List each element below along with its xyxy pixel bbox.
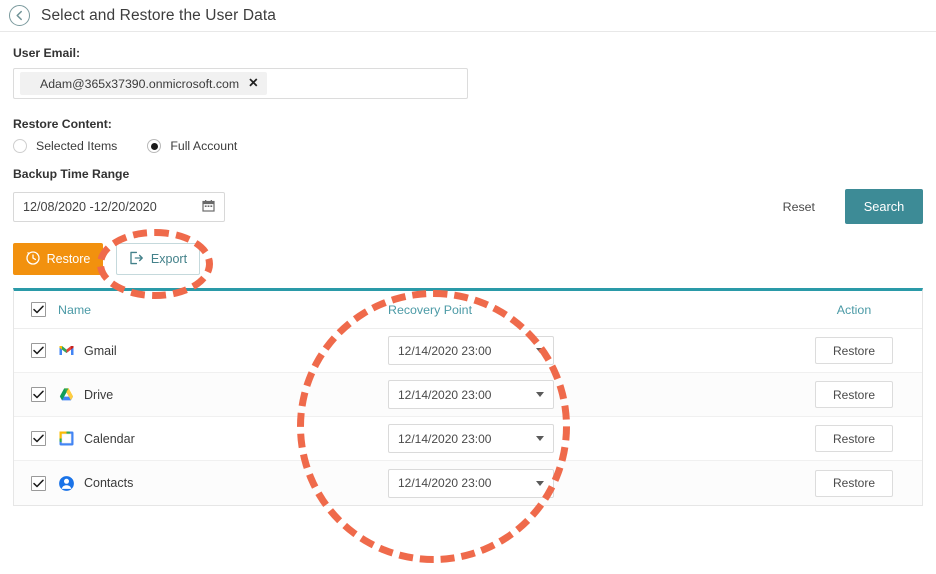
row-name: Gmail: [84, 343, 117, 358]
arrow-left-circle-icon: [14, 10, 25, 21]
range-actions: Reset Search: [773, 189, 936, 224]
radio-full-account[interactable]: Full Account: [147, 139, 237, 153]
column-header-name[interactable]: Name: [58, 303, 91, 317]
radio-selected-items[interactable]: Selected Items: [13, 139, 117, 153]
export-button-label: Export: [150, 252, 188, 266]
recovery-point-select[interactable]: 12/14/2020 23:00: [388, 424, 554, 453]
column-header-recovery-point[interactable]: Recovery Point: [388, 303, 472, 317]
row-name: Contacts: [84, 476, 134, 490]
table-row: Gmail 12/14/2020 23:00 Restore: [14, 329, 922, 373]
recovery-point-value: 12/14/2020 23:00: [398, 476, 492, 490]
user-email-label: User Email:: [13, 46, 81, 60]
row-checkbox[interactable]: [30, 387, 46, 402]
email-chip-label: Adam@365x37390.onmicrosoft.com: [40, 76, 240, 91]
backup-time-range-label: Backup Time Range: [13, 167, 130, 181]
table-row: Contacts 12/14/2020 23:00 Restore: [14, 461, 922, 505]
row-restore-button[interactable]: Restore: [815, 381, 893, 408]
chevron-down-icon: [536, 392, 544, 397]
back-button[interactable]: [9, 5, 30, 26]
chevron-down-icon: [536, 436, 544, 441]
row-checkbox[interactable]: [30, 475, 46, 491]
column-header-action: Action: [836, 302, 872, 317]
drive-icon: [58, 386, 75, 403]
select-all-cell: [14, 302, 58, 317]
restore-content-radio-group: Selected Items Full Account: [13, 139, 936, 153]
calendar-app-icon: [58, 430, 75, 447]
recovery-point-value: 12/14/2020 23:00: [398, 431, 492, 446]
chevron-down-icon: [536, 480, 544, 486]
radio-mark-icon: [147, 139, 162, 153]
row-restore-button[interactable]: Restore: [815, 337, 893, 364]
radio-mark-icon: [13, 139, 27, 153]
export-button[interactable]: Export: [116, 243, 200, 275]
restore-content-label: Restore Content:: [13, 117, 112, 131]
contacts-icon: [58, 475, 75, 492]
restore-button-label: Restore: [46, 252, 91, 266]
reset-button[interactable]: Reset: [773, 194, 825, 220]
row-name: Drive: [84, 387, 114, 402]
table-row: Calendar 12/14/2020 23:00 Restore: [14, 417, 922, 461]
backup-time-range-row: 12/08/2020 -12/20/2020 Reset Search: [13, 189, 936, 224]
page-title: Select and Restore the User Data: [41, 6, 276, 24]
row-name: Calendar: [84, 431, 135, 446]
toolbar: Restore Export: [13, 243, 936, 275]
recovery-point-value: 12/14/2020 23:00: [398, 387, 492, 402]
radio-selected-items-label: Selected Items: [36, 139, 118, 153]
recovery-point-select[interactable]: 12/14/2020 23:00: [388, 336, 554, 365]
radio-full-account-label: Full Account: [170, 139, 238, 153]
restore-button[interactable]: Restore: [13, 243, 103, 275]
chevron-down-icon: [536, 348, 544, 353]
row-checkbox[interactable]: [30, 343, 46, 358]
restore-items-table: Name Recovery Point Action Gmail 12/14/2…: [13, 288, 923, 506]
select-all-checkbox[interactable]: [30, 302, 46, 317]
date-range-input[interactable]: 12/08/2020 -12/20/2020: [13, 191, 225, 222]
row-checkbox[interactable]: [30, 431, 46, 446]
close-icon[interactable]: ✕: [248, 77, 258, 90]
date-range-value: 12/08/2020 -12/20/2020: [23, 199, 157, 214]
row-restore-button[interactable]: Restore: [815, 425, 893, 452]
form-area: User Email: Adam@365x37390.onmicrosoft.c…: [0, 32, 936, 275]
gmail-icon: [58, 342, 75, 359]
recovery-point-value: 12/14/2020 23:00: [398, 343, 492, 358]
calendar-icon[interactable]: [202, 199, 215, 215]
user-email-input[interactable]: Adam@365x37390.onmicrosoft.com ✕: [13, 68, 468, 99]
search-button[interactable]: Search: [845, 189, 923, 224]
recovery-point-select[interactable]: 12/14/2020 23:00: [388, 468, 554, 498]
email-chip[interactable]: Adam@365x37390.onmicrosoft.com ✕: [20, 72, 267, 95]
clock-restore-icon: [25, 250, 40, 268]
page-header: Select and Restore the User Data: [0, 0, 936, 32]
row-restore-button[interactable]: Restore: [815, 469, 893, 497]
table-header-row: Name Recovery Point Action: [14, 291, 922, 329]
recovery-point-select[interactable]: 12/14/2020 23:00: [388, 380, 554, 409]
table-row: Drive 12/14/2020 23:00 Restore: [14, 373, 922, 417]
export-arrow-icon: [129, 251, 144, 268]
